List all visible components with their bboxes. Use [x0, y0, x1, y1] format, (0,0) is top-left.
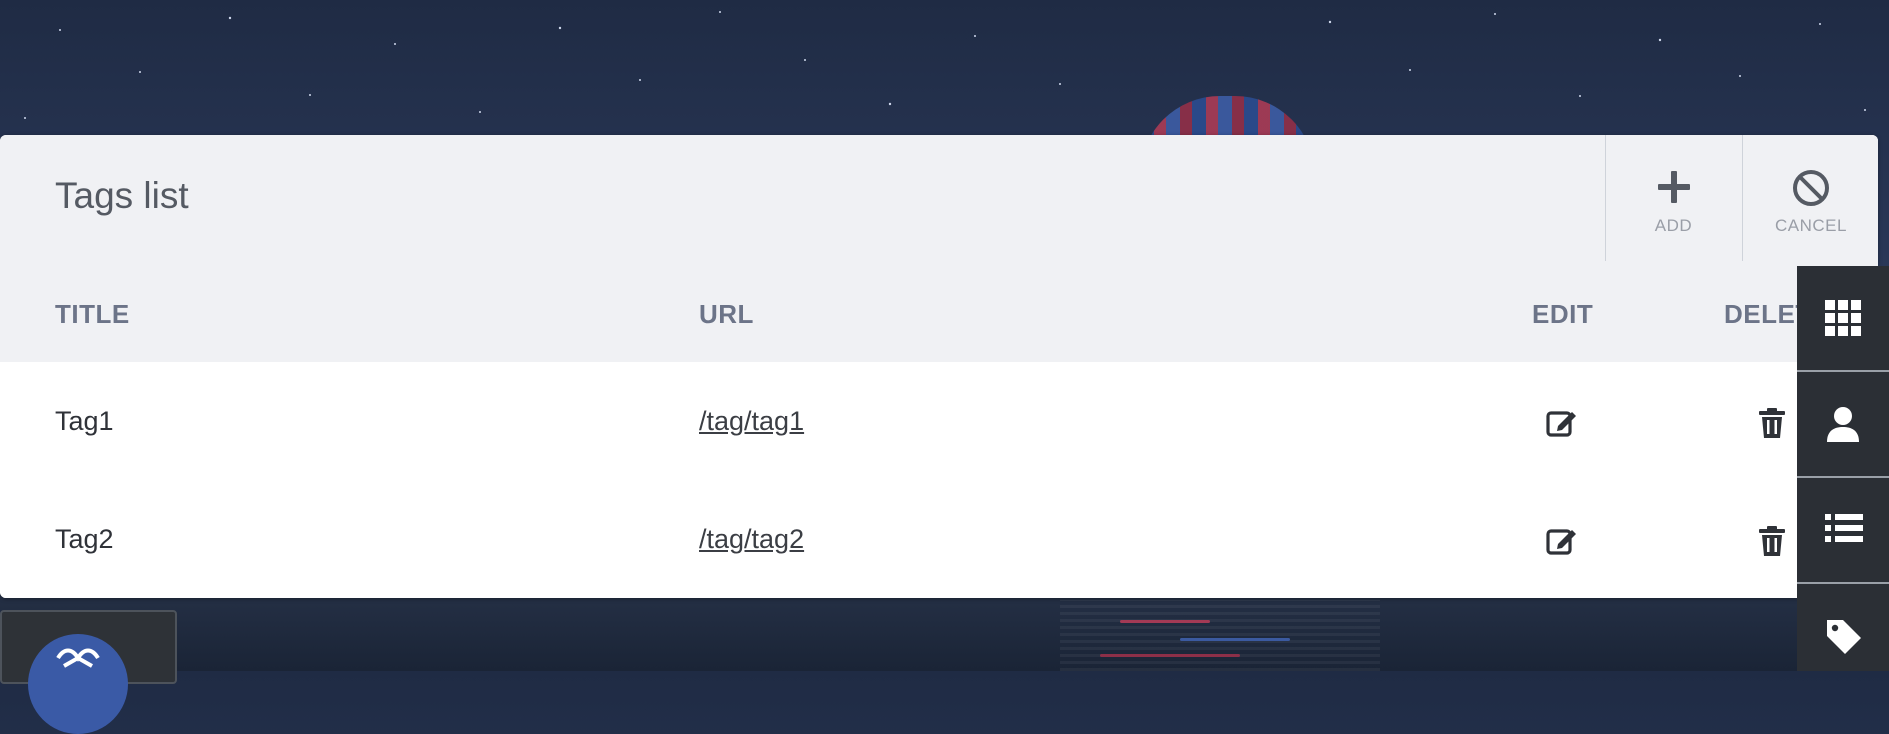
tag-url-link[interactable]: /tag/tag1: [699, 406, 804, 437]
delete-icon[interactable]: [1755, 406, 1789, 440]
column-header-url: URL: [699, 299, 754, 329]
tag-icon: [1827, 620, 1861, 654]
panel-header: Tags list ADD CANCEL: [0, 135, 1878, 262]
starry-sky: [24, 11, 1866, 119]
list-icon: [1825, 514, 1863, 542]
tag-url-link[interactable]: /tag/tag2: [699, 524, 804, 555]
app-logo-button[interactable]: [28, 634, 128, 734]
tag-title: Tag1: [55, 406, 114, 436]
grid-icon: [1825, 300, 1861, 336]
sidebar-item-list[interactable]: [1797, 478, 1889, 584]
cancel-icon: [1793, 170, 1829, 206]
tags-panel: Tags list ADD CANCEL TITLE URL EDIT DELE…: [0, 135, 1878, 598]
sidebar-item-grid[interactable]: [1797, 266, 1889, 372]
table-row: Tag2 /tag/tag2: [0, 480, 1878, 598]
right-sidebar: [1797, 266, 1889, 671]
water-reflection: [1060, 600, 1380, 671]
column-header-edit: EDIT: [1532, 299, 1594, 329]
column-header-title: TITLE: [55, 299, 130, 329]
cancel-button-label: CANCEL: [1775, 216, 1847, 235]
page-title: Tags list: [55, 175, 189, 216]
edit-icon[interactable]: [1545, 524, 1579, 558]
user-icon: [1827, 407, 1859, 442]
table-header: TITLE URL EDIT DELETE: [0, 261, 1878, 362]
sidebar-item-user[interactable]: [1797, 372, 1889, 478]
sidebar-item-tags[interactable]: [1797, 584, 1889, 688]
plus-icon: [1657, 171, 1690, 203]
add-button-label: ADD: [1654, 216, 1693, 235]
logo-icon: [56, 648, 100, 668]
tag-title: Tag2: [55, 524, 114, 554]
table-row: Tag1 /tag/tag1: [0, 362, 1878, 480]
add-button[interactable]: ADD: [1605, 135, 1741, 261]
delete-icon[interactable]: [1755, 524, 1789, 558]
edit-icon[interactable]: [1545, 406, 1579, 440]
cancel-button[interactable]: CANCEL: [1742, 135, 1878, 261]
